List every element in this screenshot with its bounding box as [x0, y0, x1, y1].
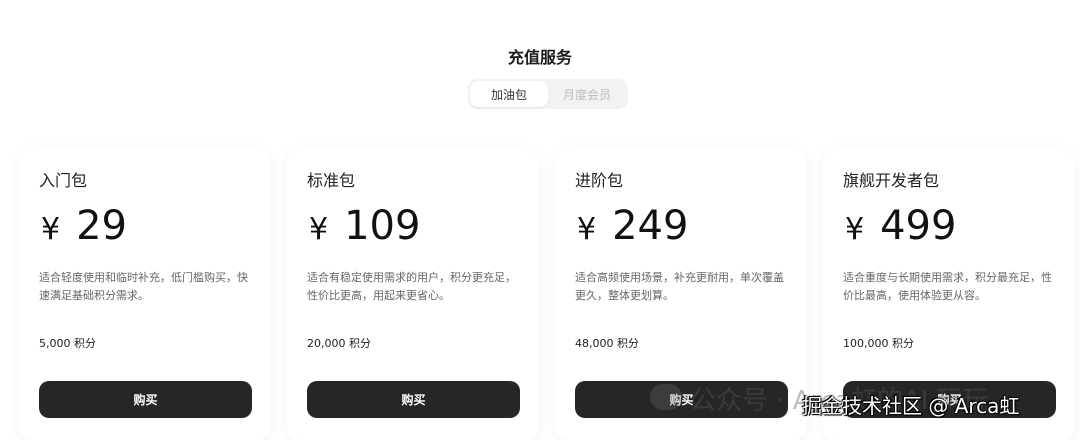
plan-description: 适合高频使用场景，补充更耐用，单次覆盖更久，整体更划算。	[575, 271, 784, 302]
plan-card-standard: 标准包 ¥ 109 适合有稳定使用需求的用户，积分更充足，性价比更高，用起来更省…	[287, 149, 539, 440]
tab-monthly-membership[interactable]: 月度会员	[548, 81, 626, 107]
plan-description: 适合轻度使用和临时补充，低门槛购买，快速满足基础积分需求。	[39, 271, 248, 302]
plan-name: 进阶包	[575, 171, 624, 190]
plan-name: 旗舰开发者包	[843, 171, 940, 190]
buy-button[interactable]: 购买	[307, 381, 520, 418]
plan-name: 标准包	[307, 171, 356, 190]
plan-name: 入门包	[39, 171, 88, 190]
plan-price: ¥ 249	[577, 203, 688, 249]
plan-credits: 100,000 积分	[843, 337, 914, 350]
buy-button[interactable]: 购买	[575, 381, 788, 418]
currency-symbol: ¥	[845, 212, 865, 247]
plan-description: 适合重度与长期使用需求，积分最充足，性价比最高，使用体验更从容。	[843, 271, 1052, 302]
buy-button[interactable]: 购买	[843, 381, 1056, 418]
plan-credits: 48,000 积分	[575, 337, 639, 350]
plan-card-flagship: 旗舰开发者包 ¥ 499 适合重度与长期使用需求，积分最充足，性价比最高，使用体…	[823, 149, 1075, 440]
plan-card-starter: 入门包 ¥ 29 适合轻度使用和临时补充，低门槛购买，快速满足基础积分需求。 5…	[19, 149, 271, 440]
plan-type-tabs: 加油包 月度会员	[468, 79, 628, 109]
plan-price: ¥ 499	[845, 203, 956, 249]
price-amount: 109	[344, 203, 421, 249]
currency-symbol: ¥	[41, 212, 61, 247]
plan-price: ¥ 29	[41, 203, 127, 249]
price-amount: 499	[880, 203, 957, 249]
page-title: 充值服务	[507, 48, 572, 67]
currency-symbol: ¥	[309, 212, 329, 247]
price-amount: 29	[76, 203, 127, 249]
tab-fuel-pack[interactable]: 加油包	[470, 81, 548, 107]
plan-credits: 20,000 积分	[307, 337, 371, 350]
currency-symbol: ¥	[577, 212, 597, 247]
buy-button[interactable]: 购买	[39, 381, 252, 418]
plan-credits: 5,000 积分	[39, 337, 96, 350]
price-amount: 249	[612, 203, 689, 249]
plan-description: 适合有稳定使用需求的用户，积分更充足，性价比更高，用起来更省心。	[307, 271, 516, 302]
plan-price: ¥ 109	[309, 203, 420, 249]
plan-card-advanced: 进阶包 ¥ 249 适合高频使用场景，补充更耐用，单次覆盖更久，整体更划算。 4…	[555, 149, 807, 440]
